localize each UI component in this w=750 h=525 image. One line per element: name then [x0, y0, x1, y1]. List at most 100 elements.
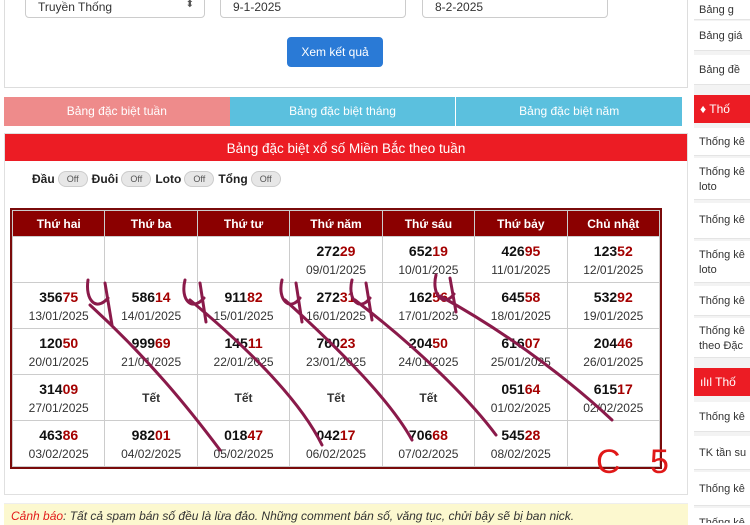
special-number: 27229 — [290, 242, 381, 260]
number-prefix: 982 — [131, 426, 156, 443]
result-cell: 61607 25/01/2025 — [474, 328, 568, 375]
draw-date: 04/02/2025 — [121, 446, 182, 461]
sidebar-stat-link[interactable]: Thống kê — [694, 472, 750, 506]
lottery-type-select[interactable]: Truyền Thống ⬍ — [25, 0, 205, 18]
draw-date: 08/02/2025 — [490, 446, 551, 461]
result-cell: 16256 17/01/2025 — [381, 282, 476, 329]
result-cell — [104, 236, 198, 283]
result-cell: 64558 18/01/2025 — [474, 282, 568, 329]
special-number: 98201 — [105, 426, 196, 444]
number-last-two: 92 — [617, 288, 633, 305]
draw-date: 12/01/2025 — [583, 262, 644, 277]
result-cell — [566, 420, 661, 467]
result-cell: 65219 10/01/2025 — [381, 236, 476, 283]
result-cell: 05164 01/02/2025 — [474, 374, 568, 421]
number-prefix: 356 — [39, 288, 63, 305]
draw-date: 15/01/2025 — [213, 308, 274, 323]
table-row: 46386 03/02/2025 98201 04/02/2025 01847 05/02… — [11, 420, 661, 467]
date-to-value: 8-2-2025 — [435, 0, 484, 14]
period-tabs: Bảng đặc biệt tuần Bảng đặc biệt tháng B… — [4, 97, 683, 126]
special-number: 61607 — [475, 334, 566, 352]
number-last-two: 29 — [339, 242, 356, 259]
number-last-two: 47 — [247, 426, 264, 443]
draw-date: 11/01/2025 — [491, 262, 551, 277]
draw-date: 16/01/2025 — [305, 308, 366, 323]
number-prefix: 586 — [131, 288, 156, 305]
toggle-label-loto: Loto — [155, 172, 182, 186]
sidebar-stat-link[interactable]: Thống kê — [694, 402, 750, 432]
sidebar-link-2[interactable]: Bảng giá — [694, 21, 750, 51]
number-last-two: 19 — [432, 242, 448, 259]
number-prefix: 706 — [408, 426, 433, 443]
sidebar-stat-link[interactable]: Thống kê — [694, 128, 750, 156]
toggle-loto[interactable]: Off — [184, 171, 215, 187]
sidebar-link-1[interactable]: Bảng g — [694, 0, 750, 20]
number-prefix: 760 — [316, 334, 340, 351]
number-prefix: 272 — [316, 242, 340, 259]
tab-weekly[interactable]: Bảng đặc biệt tuần — [4, 97, 230, 126]
view-results-button[interactable]: Xem kết quả — [287, 37, 383, 67]
result-cell: 61517 02/02/2025 — [566, 374, 661, 421]
draw-date: 25/01/2025 — [490, 354, 551, 369]
special-number: 27231 — [290, 288, 381, 306]
draw-date: 03/02/2025 — [28, 446, 89, 461]
number-last-two: 31 — [339, 288, 356, 305]
result-cell: 58614 14/01/2025 — [104, 282, 198, 329]
col-monday: Thứ hai — [11, 210, 106, 237]
number-last-two: 58 — [524, 288, 541, 305]
draw-date: 27/01/2025 — [28, 400, 89, 415]
tab-monthly[interactable]: Bảng đặc biệt tháng — [229, 97, 456, 126]
draw-date: 20/01/2025 — [28, 354, 89, 369]
toggle-label-tong: Tổng — [218, 172, 248, 186]
number-last-two: 52 — [617, 242, 633, 259]
special-number: 99969 — [105, 334, 196, 352]
draw-date: 07/02/2025 — [398, 446, 459, 461]
number-last-two: 07 — [524, 334, 541, 351]
draw-date: 10/01/2025 — [398, 262, 459, 277]
draw-date: 17/01/2025 — [398, 308, 459, 323]
warning-text: : Tất cả spam bán số đều là lừa đảo. Nhữ… — [63, 509, 575, 523]
number-prefix: 314 — [39, 380, 63, 397]
special-number: 20450 — [383, 334, 474, 352]
sidebar-stat-link[interactable]: Thống kê theo Đặc — [694, 318, 750, 358]
tab-yearly[interactable]: Bảng đặc biệt năm — [455, 97, 683, 126]
sidebar-stat-link[interactable]: Thống kê — [694, 203, 750, 239]
draw-date: 19/01/2025 — [583, 308, 644, 323]
special-number: 54528 — [475, 426, 566, 444]
result-cell: 53292 19/01/2025 — [566, 282, 661, 329]
date-to-input[interactable]: 8-2-2025 — [422, 0, 608, 18]
number-prefix: 645 — [501, 288, 525, 305]
sidebar-stat-link[interactable]: Thống kê — [694, 286, 750, 316]
result-cell: 27229 09/01/2025 — [289, 236, 383, 283]
special-number: 20446 — [568, 334, 659, 352]
special-number: 14511 — [198, 334, 289, 352]
number-last-two: 68 — [432, 426, 448, 443]
number-prefix: 123 — [593, 242, 618, 259]
date-from-value: 9-1-2025 — [233, 0, 282, 14]
date-from-input[interactable]: 9-1-2025 — [220, 0, 406, 18]
result-cell: Tết — [104, 374, 198, 421]
special-number: 58614 — [105, 288, 196, 306]
toggle-tong[interactable]: Off — [250, 171, 281, 187]
toggle-dau[interactable]: Off — [57, 171, 88, 187]
sidebar-stat-link[interactable]: Thống kê — [694, 508, 750, 523]
col-wednesday: Thứ tư — [196, 210, 291, 237]
col-tuesday: Thứ ba — [104, 210, 198, 237]
draw-date: 26/01/2025 — [583, 354, 644, 369]
sidebar-stat-link[interactable]: Thống kê loto — [694, 158, 750, 200]
table-row: 31409 27/01/2025 Tết Tết Tết Tết 05164 01/02/20… — [11, 374, 661, 421]
result-cell: 42695 11/01/2025 — [474, 236, 568, 283]
number-prefix: 911 — [224, 288, 248, 305]
holiday-label: Tết — [419, 390, 438, 405]
number-prefix: 545 — [501, 426, 525, 443]
toggle-duoi[interactable]: Off — [121, 171, 152, 187]
sidebar-stat-link[interactable]: TK tần su — [694, 436, 750, 470]
special-number: 12352 — [568, 242, 659, 260]
sidebar-link-3[interactable]: Bảng đề — [694, 55, 750, 85]
sidebar-stat-link[interactable]: Thống kê loto — [694, 241, 750, 283]
warning-label: Cảnh báo — [11, 509, 64, 523]
number-prefix: 999 — [131, 334, 156, 351]
special-number: 05164 — [475, 380, 566, 398]
special-number: 04217 — [290, 426, 381, 444]
result-cell: 12050 20/01/2025 — [11, 328, 106, 375]
